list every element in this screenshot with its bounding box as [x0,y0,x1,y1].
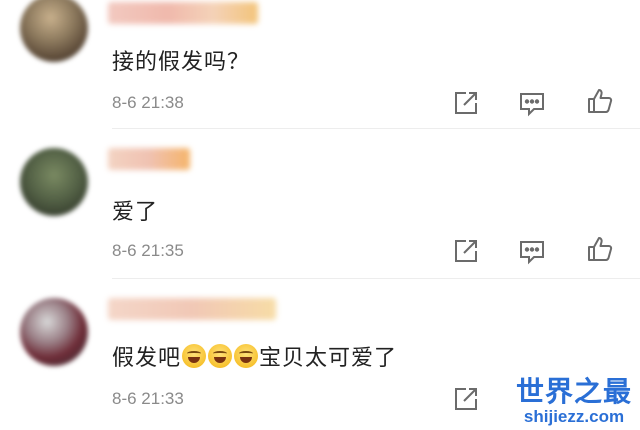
username-blurred[interactable] [108,2,258,24]
laugh-cry-emoji [182,344,207,368]
like-button[interactable] [586,87,614,115]
reply-button[interactable] [518,237,546,265]
thumbs-up-icon [588,89,613,113]
share-icon [455,388,477,410]
share-icon [455,240,477,262]
laugh-cry-emoji [234,344,259,368]
share-icon [455,92,477,114]
username-blurred[interactable] [108,148,190,170]
username-blurred[interactable] [108,298,276,320]
avatar[interactable] [20,0,88,62]
like-button[interactable] [586,235,614,263]
comment-text-part: 假发吧 [112,346,182,371]
comment-item: 接的假发吗？ 8-6 21:38 [0,0,640,130]
divider [112,278,640,279]
reply-button[interactable] [518,89,546,117]
share-button[interactable] [452,385,480,413]
thumbs-up-icon [588,237,613,261]
comment-icon [520,241,544,265]
laugh-cry-emoji [208,344,233,368]
avatar[interactable] [20,298,88,366]
avatar[interactable] [20,148,88,216]
watermark-logo: 世界之最 shijiezz.com [516,376,632,426]
comment-time: 8-6 21:38 [112,93,184,112]
watermark-title: 世界之最 [515,375,632,408]
divider [112,128,640,129]
comment-text: 爱了 [112,200,159,225]
comment-item: 爱了 8-6 21:35 [0,130,640,280]
comment-time: 8-6 21:33 [112,389,184,408]
comment-text-part: 宝贝太可爱了 [259,346,398,371]
comment-text: 接的假发吗？ [112,50,251,75]
comment-time: 8-6 21:35 [112,241,184,260]
comment-text: 假发吧 宝贝太可爱了 [112,340,397,372]
watermark-url: shijiezz.com [523,407,625,426]
share-button[interactable] [452,237,480,265]
comment-icon [520,93,544,117]
share-button[interactable] [452,89,480,117]
